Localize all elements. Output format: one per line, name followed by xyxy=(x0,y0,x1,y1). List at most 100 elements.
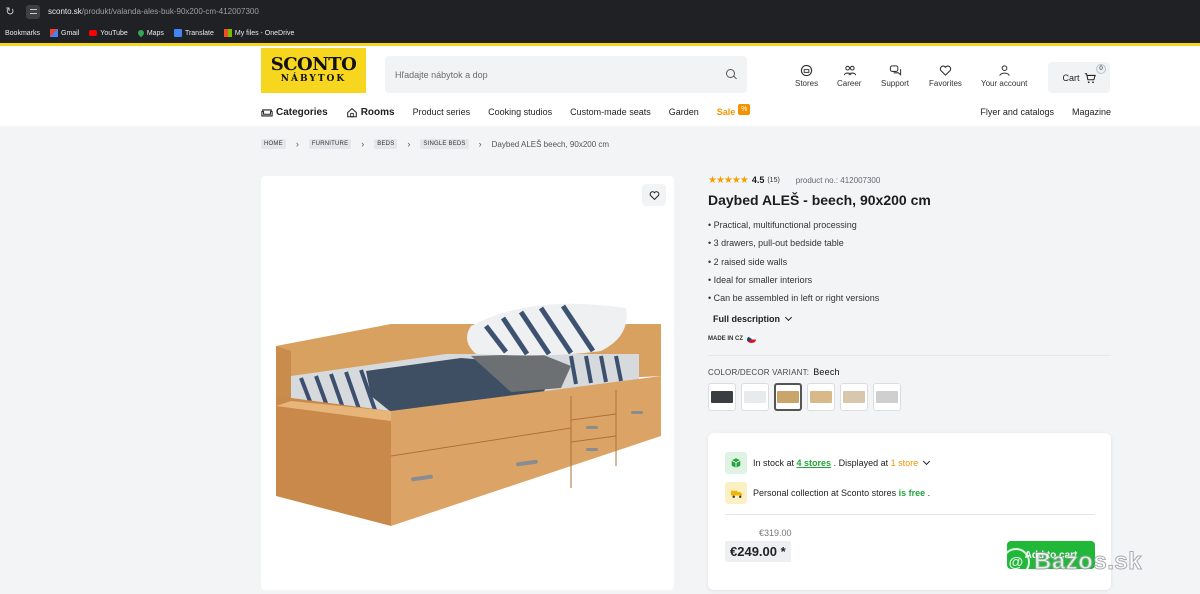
bookmark-label: Gmail xyxy=(61,29,80,37)
breadcrumb-single-beds[interactable]: SINGLE BEDS xyxy=(420,139,469,149)
house-icon xyxy=(346,107,357,117)
sconto-logo[interactable]: SCONTO NÁBYTOK xyxy=(261,48,366,93)
bookmark-translate[interactable]: Translate xyxy=(173,29,214,37)
stock-prefix: In stock at xyxy=(753,458,795,468)
bookmark-youtube[interactable]: YouTube xyxy=(89,30,128,37)
watermark-text: Bazos.sk xyxy=(1033,548,1143,576)
variant-swatch[interactable] xyxy=(774,383,802,412)
nav-custom-made-seats[interactable]: Custom-made seats xyxy=(570,107,651,117)
url-field[interactable]: sconto.sk/produkt/valanda-ales-buk-90x20… xyxy=(48,7,259,16)
browser-address-bar: ↻ sconto.sk/produkt/valanda-ales-buk-90x… xyxy=(0,0,1200,23)
heart-icon xyxy=(939,65,952,76)
favorites-link[interactable]: Favorites xyxy=(929,64,962,88)
account-link[interactable]: Your account xyxy=(981,64,1027,88)
career-label: Career xyxy=(837,79,862,88)
breadcrumb-home[interactable]: HOME xyxy=(261,139,286,149)
watermark-at-icon: @ xyxy=(1002,548,1030,576)
url-path: /produkt/valanda-ales-buk-90x200-cm-4120… xyxy=(81,7,259,16)
product-image-panel[interactable] xyxy=(261,176,674,590)
site-header: SCONTO NÁBYTOK Hľadajte nábytok a dop St… xyxy=(0,46,1200,126)
add-to-favorites-button[interactable] xyxy=(642,184,666,206)
site-info-icon[interactable] xyxy=(26,4,40,19)
swatch-color xyxy=(843,391,865,404)
made-in-badge: MADE IN CZ xyxy=(708,333,1111,345)
variant-value: Beech xyxy=(813,367,840,378)
search-input[interactable]: Hľadajte nábytok a dop xyxy=(395,70,726,80)
variant-label: COLOR/DECOR VARIANT: xyxy=(708,368,810,378)
search-bar[interactable]: Hľadajte nábytok a dop xyxy=(385,56,747,93)
stores-link[interactable]: 4 stores xyxy=(797,458,832,468)
bookmark-maps[interactable]: Maps xyxy=(136,28,164,38)
divider xyxy=(725,514,1095,515)
chevron-right-icon: › xyxy=(407,139,411,149)
variant-swatch[interactable] xyxy=(708,383,736,412)
bookmark-label: My files - OneDrive xyxy=(234,29,295,37)
search-icon[interactable] xyxy=(726,69,737,80)
nav-categories[interactable]: Categories xyxy=(261,107,328,118)
stores-label: Stores xyxy=(795,79,819,88)
chevron-right-icon: › xyxy=(478,139,482,149)
gmail-icon xyxy=(50,29,59,37)
maps-icon xyxy=(136,28,146,38)
bookmark-bookmarks[interactable]: Bookmarks xyxy=(5,30,40,37)
full-description-label: Full description xyxy=(713,314,781,325)
swatch-color xyxy=(711,391,733,404)
collection-text: Personal collection at Sconto stores xyxy=(753,488,897,498)
cart-button[interactable]: Cart 0 xyxy=(1048,62,1110,93)
nav-flyer-catalogs[interactable]: Flyer and catalogs xyxy=(980,107,1054,117)
swatch-color xyxy=(876,391,898,404)
onedrive-icon xyxy=(223,29,232,37)
favorites-label: Favorites xyxy=(929,79,962,88)
collection-suffix: . xyxy=(927,488,931,498)
current-price: €249.00 * xyxy=(725,541,791,562)
rating-count[interactable]: (15) xyxy=(767,177,779,184)
stores-link[interactable]: Stores xyxy=(795,64,818,88)
variant-swatch[interactable] xyxy=(741,383,769,412)
youtube-icon xyxy=(89,30,98,36)
product-info: ★★★★★ 4.5 (15) product no.: 412007300 Da… xyxy=(708,170,1111,412)
variant-swatch[interactable] xyxy=(840,383,868,412)
product-title: Daybed ALEŠ - beech, 90x200 cm xyxy=(708,192,931,208)
store-link[interactable]: 1 store xyxy=(891,458,919,468)
nav-rooms[interactable]: Rooms xyxy=(346,107,395,118)
nav-magazine[interactable]: Magazine xyxy=(1072,107,1111,117)
swatch-color xyxy=(810,391,832,404)
main-nav: Categories Rooms Product series Cooking … xyxy=(261,103,1111,120)
logo-text: SCONTO xyxy=(270,54,357,75)
nav-garden[interactable]: Garden xyxy=(669,107,699,117)
support-link[interactable]: Support xyxy=(881,64,909,88)
variant-label-row: COLOR/DECOR VARIANT: Beech xyxy=(708,367,1111,377)
breadcrumb-current: Daybed ALEŠ beech, 90x200 cm xyxy=(491,139,610,149)
cart-count-badge: 0 xyxy=(1096,64,1106,74)
chevron-down-icon[interactable] xyxy=(923,457,931,466)
product-image xyxy=(276,303,661,526)
translate-icon xyxy=(173,29,182,37)
nav-sale[interactable]: Sale% xyxy=(717,103,751,118)
bookmark-gmail[interactable]: Gmail xyxy=(50,29,79,37)
chevron-right-icon: › xyxy=(295,139,299,149)
cart-label: Cart xyxy=(1062,72,1080,83)
breadcrumb-furniture[interactable]: FURNITURE xyxy=(308,139,352,149)
nav-cooking-studios[interactable]: Cooking studios xyxy=(488,107,552,117)
breadcrumb-beds[interactable]: BEDS xyxy=(374,139,398,149)
bookmark-onedrive[interactable]: My files - OneDrive xyxy=(223,29,295,37)
full-description-toggle[interactable]: Full description xyxy=(713,309,1111,329)
feature-item: • 2 raised side walls xyxy=(708,256,788,267)
variant-swatch[interactable] xyxy=(807,383,835,412)
bookmarks-bar: Bookmarks Gmail YouTube Maps Translate M… xyxy=(0,23,1200,43)
nav-product-series[interactable]: Product series xyxy=(413,107,471,117)
bookmark-label: Translate xyxy=(184,29,214,37)
career-link[interactable]: Career xyxy=(837,64,861,88)
stock-box-icon xyxy=(725,452,747,474)
sale-badge: % xyxy=(738,103,751,115)
free-text: is free xyxy=(898,488,926,498)
people-icon xyxy=(843,65,856,76)
feature-item: • Can be assembled in left or right vers… xyxy=(708,293,880,304)
reload-icon[interactable]: ↻ xyxy=(0,5,20,18)
made-in-label: MADE IN CZ xyxy=(708,336,743,343)
variant-swatch[interactable] xyxy=(873,383,901,412)
support-label: Support xyxy=(881,79,910,88)
account-label: Your account xyxy=(981,79,1028,88)
star-rating-icon[interactable]: ★★★★★ xyxy=(708,175,749,186)
sofa-icon xyxy=(261,108,273,116)
